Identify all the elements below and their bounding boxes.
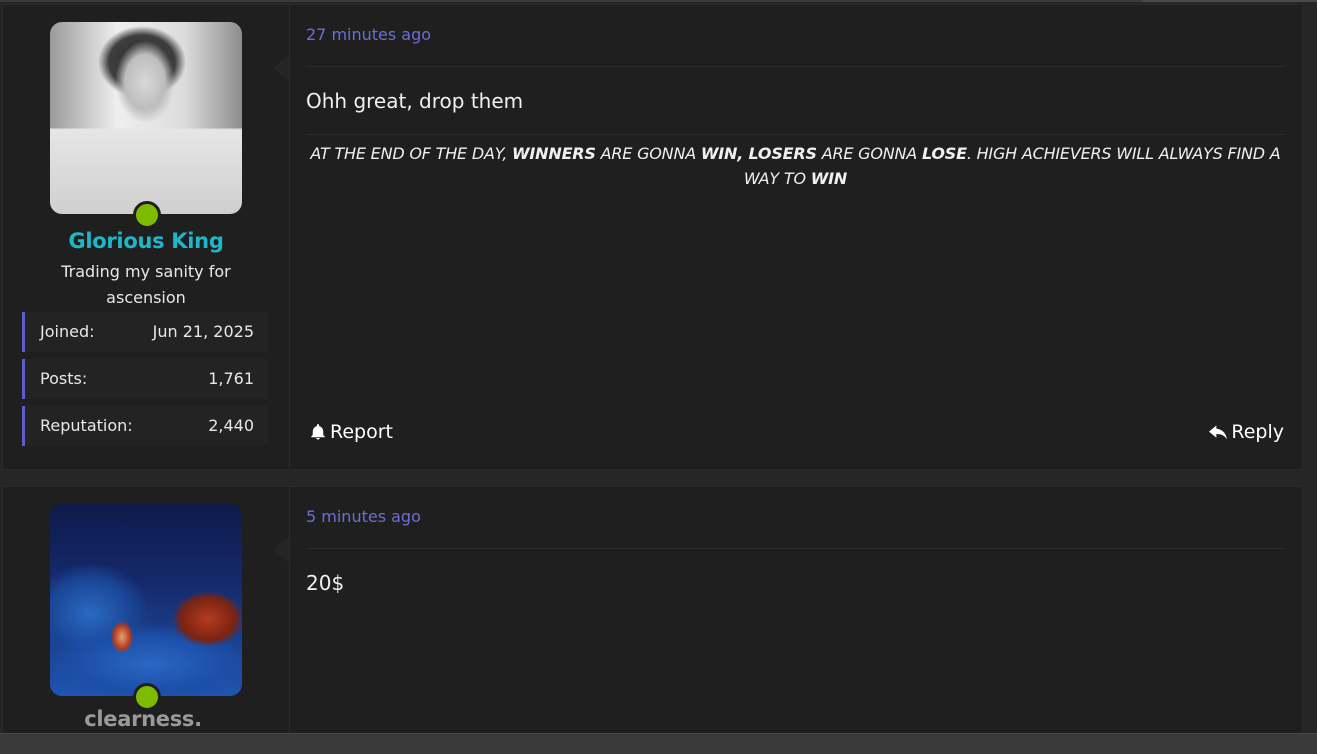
user-stat-posts: Posts: 1,761 xyxy=(22,359,268,399)
avatar[interactable] xyxy=(50,22,242,214)
top-divider-accent xyxy=(1142,0,1317,2)
post-pointer-arrow xyxy=(273,55,289,81)
post: Glorious King Trading my sanity for asce… xyxy=(2,4,1303,470)
post-message: 20$ xyxy=(306,571,345,595)
user-stat-reputation: Reputation: 2,440 xyxy=(22,406,268,446)
user-stat-joined: Joined: Jun 21, 2025 xyxy=(22,312,268,352)
post-timestamp-link[interactable]: 27 minutes ago xyxy=(306,25,431,44)
reply-button[interactable]: Reply xyxy=(1208,421,1284,443)
stat-value: 2,440 xyxy=(208,416,254,435)
stat-label: Joined: xyxy=(40,322,95,341)
avatar-container[interactable] xyxy=(50,22,242,229)
post-timestamp-link[interactable]: 5 minutes ago xyxy=(306,507,421,526)
bell-icon xyxy=(311,424,325,440)
signature-bold-text: WIN xyxy=(810,169,848,188)
post-content: 27 minutes ago Ohh great, drop them AT T… xyxy=(289,5,1302,469)
stat-value: 1,761 xyxy=(208,369,254,388)
thread-page: Glorious King Trading my sanity for asce… xyxy=(0,0,1317,754)
report-label: Report xyxy=(330,421,393,443)
report-button[interactable]: Report xyxy=(309,421,393,443)
user-signature: AT THE END OF THE DAY, WINNERS ARE GONNA… xyxy=(306,141,1285,191)
reply-arrow-icon xyxy=(1209,425,1228,440)
reply-label: Reply xyxy=(1231,421,1284,443)
avatar[interactable] xyxy=(50,504,242,696)
user-title: Trading my sanity for ascension xyxy=(61,262,231,307)
username-link[interactable]: Glorious King xyxy=(3,229,289,253)
post-message: Ohh great, drop them xyxy=(306,89,524,113)
signature-bold-text: WINNERS xyxy=(511,144,596,163)
signature-text: AT THE END OF THE DAY, xyxy=(310,144,512,163)
divider xyxy=(306,66,1285,67)
post-content: 5 minutes ago 20$ xyxy=(289,487,1302,754)
signature-divider xyxy=(306,134,1285,135)
stat-label: Posts: xyxy=(40,369,88,388)
signature-text: ARE GONNA xyxy=(816,144,922,163)
divider xyxy=(306,548,1285,549)
avatar-container[interactable] xyxy=(50,504,242,711)
post-pointer-arrow xyxy=(273,537,289,563)
signature-text: ARE GONNA xyxy=(595,144,701,163)
signature-bold-text: LOSE xyxy=(921,144,967,163)
signature-bold-text: WIN, LOSERS xyxy=(700,144,817,163)
username-link[interactable]: clearness. xyxy=(0,707,286,731)
online-status-indicator xyxy=(133,201,161,229)
stat-label: Reputation: xyxy=(40,416,133,435)
post-user-panel: Glorious King Trading my sanity for asce… xyxy=(3,5,290,469)
stat-value: Jun 21, 2025 xyxy=(152,322,254,341)
bottom-scroll-bar xyxy=(0,733,1317,754)
top-divider xyxy=(0,0,1317,2)
